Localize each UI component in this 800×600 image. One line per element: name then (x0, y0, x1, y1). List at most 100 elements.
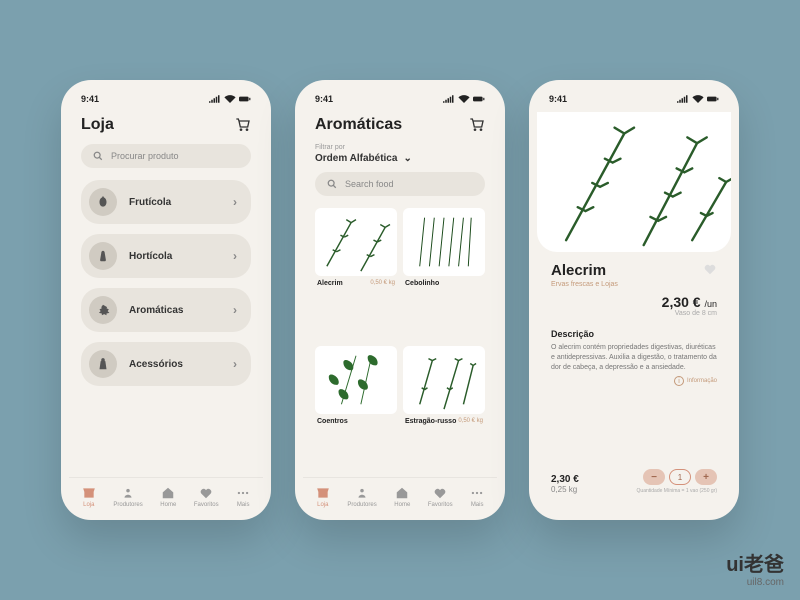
cart-icon[interactable] (469, 117, 485, 133)
product-price: 2,30 € /un (551, 294, 717, 310)
phone-store: 9:41 Loja Procurar produto Frutícola › H… (61, 80, 271, 520)
tab-home[interactable]: Home (160, 486, 176, 508)
category-aromaticas[interactable]: Aromáticas › (81, 288, 251, 332)
status-time: 9:41 (315, 94, 333, 104)
signal-icon (443, 95, 455, 103)
chevron-down-icon: ⌄ (403, 153, 411, 164)
tab-mais[interactable]: Mais (470, 486, 484, 508)
wifi-icon (458, 95, 470, 103)
search-placeholder: Search food (345, 179, 394, 189)
category-horticola[interactable]: Hortícola › (81, 234, 251, 278)
tab-bar: Loja Produtores Home Favoritos Mais (303, 477, 497, 512)
fruit-icon (89, 188, 117, 216)
description-heading: Descrição (551, 329, 717, 339)
search-placeholder: Procurar produto (111, 151, 179, 161)
info-icon: i (674, 376, 684, 386)
accessories-icon (89, 350, 117, 378)
screen: Alecrim Ervas frescas e Lojas 2,30 € /un… (537, 112, 731, 512)
total-price: 2,30 € (551, 474, 579, 485)
chevron-right-icon: › (233, 303, 237, 317)
status-time: 9:41 (549, 94, 567, 104)
product-price: 0,50 € kg (370, 280, 395, 287)
watermark: ui老爸 uil8.com (726, 548, 784, 588)
product-name: Alecrim (317, 280, 343, 287)
screen: Aromáticas Filtrar por Ordem Alfabética ⌄… (303, 112, 497, 512)
favorite-icon[interactable] (703, 262, 717, 276)
product-name: Estragão-russo (405, 418, 456, 425)
header: Aromáticas (303, 112, 497, 144)
battery-icon (473, 95, 485, 103)
category-label: Aromáticas (129, 305, 183, 316)
status-time: 9:41 (81, 94, 99, 104)
qty-value: 1 (669, 469, 691, 485)
chevron-right-icon: › (233, 357, 237, 371)
product-image (403, 208, 485, 276)
quantity-stepper: − 1 + (643, 469, 717, 485)
page-title: Loja (81, 116, 114, 134)
screen: Loja Procurar produto Frutícola › Hortíc… (69, 112, 263, 512)
category-acessorios[interactable]: Acessórios › (81, 342, 251, 386)
chevron-right-icon: › (233, 249, 237, 263)
product-image (403, 346, 485, 414)
category-list: Frutícola › Hortícola › Aromáticas › Ace… (69, 180, 263, 386)
status-icons (443, 95, 485, 103)
cart-icon[interactable] (235, 117, 251, 133)
category-label: Frutícola (129, 197, 171, 208)
qty-minus-button[interactable]: − (643, 469, 665, 485)
header: Loja (69, 112, 263, 144)
product-grid: Alecrim 0,50 € kg Cebolinho Coentros Estr… (303, 208, 497, 477)
product-price: 0,50 € kg (458, 418, 483, 425)
tab-produtores[interactable]: Produtores (347, 486, 376, 508)
tab-mais[interactable]: Mais (236, 486, 250, 508)
filter-value: Ordem Alfabética (315, 153, 397, 164)
herbs-icon (89, 296, 117, 324)
total-weight: 0,25 kg (551, 485, 579, 494)
status-bar: 9:41 (537, 90, 731, 112)
qty-plus-button[interactable]: + (695, 469, 717, 485)
status-icons (677, 95, 719, 103)
wifi-icon (224, 95, 236, 103)
chevron-right-icon: › (233, 195, 237, 209)
product-image (315, 208, 397, 276)
product-card[interactable]: Coentros (315, 346, 397, 478)
category-fruticola[interactable]: Frutícola › (81, 180, 251, 224)
battery-icon (239, 95, 251, 103)
signal-icon (209, 95, 221, 103)
tab-favoritos[interactable]: Favoritos (194, 486, 219, 508)
product-name: Coentros (317, 418, 348, 425)
signal-icon (677, 95, 689, 103)
product-card[interactable]: Estragão-russo0,50 € kg (403, 346, 485, 478)
status-icons (209, 95, 251, 103)
description-text: O alecrim contém propriedades digestivas… (551, 343, 717, 372)
tab-bar: Loja Produtores Home Favoritos Mais (69, 477, 263, 512)
wifi-icon (692, 95, 704, 103)
product-hero-image (537, 112, 731, 252)
status-bar: 9:41 (69, 90, 263, 112)
tab-produtores[interactable]: Produtores (113, 486, 142, 508)
tab-loja[interactable]: Loja (316, 486, 330, 508)
product-pot: Vaso de 8 cm (551, 310, 717, 317)
phone-detail: 9:41 Alecrim Ervas frescas e Lojas 2,30 … (529, 80, 739, 520)
detail-content: Alecrim Ervas frescas e Lojas 2,30 € /un… (537, 252, 731, 512)
product-title: Alecrim (551, 262, 618, 279)
search-input[interactable]: Search food (315, 172, 485, 196)
phone-category: 9:41 Aromáticas Filtrar por Ordem Alfabé… (295, 80, 505, 520)
product-subtitle: Ervas frescas e Lojas (551, 281, 618, 288)
product-image (315, 346, 397, 414)
category-label: Acessórios (129, 359, 183, 370)
category-label: Hortícola (129, 251, 172, 262)
tab-favoritos[interactable]: Favoritos (428, 486, 453, 508)
tab-loja[interactable]: Loja (82, 486, 96, 508)
product-card[interactable]: Cebolinho (403, 208, 485, 340)
filter[interactable]: Filtrar por Ordem Alfabética ⌄ (303, 144, 497, 172)
battery-icon (707, 95, 719, 103)
product-card[interactable]: Alecrim 0,50 € kg (315, 208, 397, 340)
search-input[interactable]: Procurar produto (81, 144, 251, 168)
page-title: Aromáticas (315, 116, 402, 134)
info-link[interactable]: iInformação (551, 376, 717, 386)
tab-home[interactable]: Home (394, 486, 410, 508)
status-bar: 9:41 (303, 90, 497, 112)
search-icon (93, 151, 103, 161)
filter-label: Filtrar por (315, 144, 485, 151)
product-name: Cebolinho (405, 280, 439, 287)
